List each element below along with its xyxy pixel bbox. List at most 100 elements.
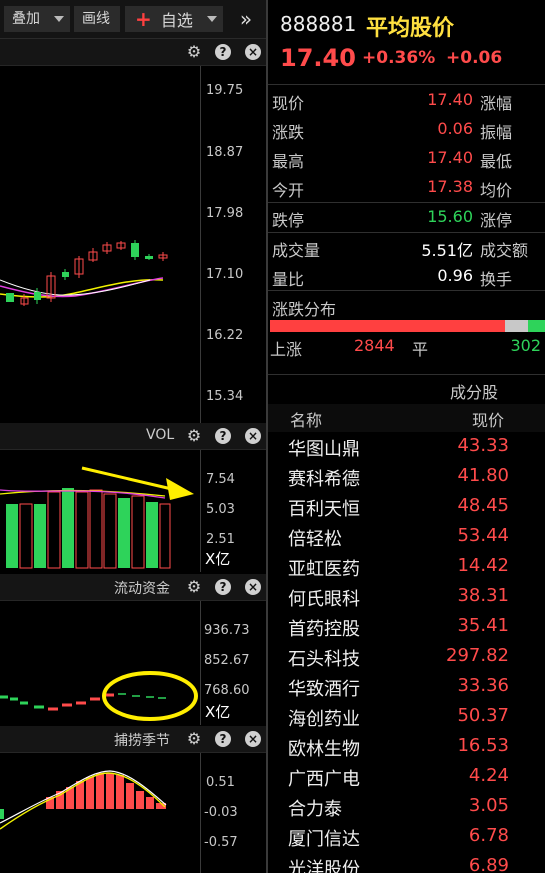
stock-item-name: 华图山鼎 <box>288 439 360 460</box>
quote-value: 5.51亿 <box>421 241 473 260</box>
watchlist-label: 自选 <box>160 11 193 30</box>
draw-line-button[interactable]: 画线 <box>74 6 120 32</box>
quote-label-2: 振幅 <box>480 123 513 142</box>
overlay-dropdown[interactable]: 叠加 <box>4 6 70 32</box>
stock-item-price: 53.44 <box>457 525 509 546</box>
help-icon[interactable]: ? <box>215 579 231 595</box>
double-chevron-right-icon[interactable]: » <box>232 6 260 32</box>
season-title: 捕捞季节 <box>114 733 170 749</box>
quote-value: 15.60 <box>427 207 473 226</box>
stock-item-price: 16.53 <box>457 735 509 756</box>
stock-item-name: 光洋股份 <box>288 859 360 873</box>
stock-item-name: 首药控股 <box>288 619 360 640</box>
quote-value: 17.40 <box>427 148 473 167</box>
vol-y-tick: 5.03 <box>206 502 235 517</box>
constituents-header: 名称 现价 <box>268 404 545 432</box>
current-price: 17.40 <box>280 44 356 72</box>
gear-icon[interactable]: ⚙ <box>186 428 202 444</box>
list-item[interactable]: 光洋股份 6.89 <box>268 852 545 873</box>
candlestick-chart <box>0 240 168 306</box>
candle <box>131 243 139 257</box>
annotation-arrow <box>81 466 177 492</box>
quote-row: 量比 0.96 换手 <box>268 262 545 291</box>
column-price[interactable]: 现价 <box>472 407 504 431</box>
quote-label-2: 涨停 <box>480 211 513 230</box>
quote-value: 0.06 <box>437 119 473 138</box>
gear-icon[interactable]: ⚙ <box>186 731 202 747</box>
stock-item-price: 33.36 <box>457 675 509 696</box>
candle <box>6 293 14 302</box>
help-icon[interactable]: ? <box>215 731 231 747</box>
stock-name: 平均股价 <box>366 16 455 41</box>
volume-bars <box>6 488 171 569</box>
quote-value: 17.38 <box>427 177 473 196</box>
list-item[interactable]: 广西广电 4.24 <box>268 762 545 792</box>
gear-icon[interactable]: ⚙ <box>186 579 202 595</box>
list-item[interactable]: 赛科希德 41.80 <box>268 462 545 492</box>
list-item[interactable]: 厦门信达 6.78 <box>268 822 545 852</box>
flow-unit: X亿 <box>205 703 231 721</box>
quote-row: 今开 17.38 均价 <box>268 173 545 202</box>
down-count: 302 <box>510 336 541 355</box>
y-tick: 17.10 <box>206 267 244 282</box>
chevron-down-icon <box>54 16 64 22</box>
main-axis-divider <box>200 66 201 423</box>
list-item[interactable]: 石头科技 297.82 <box>268 642 545 672</box>
list-item[interactable]: 欧林生物 16.53 <box>268 732 545 762</box>
quote-label: 涨跌 <box>272 123 305 142</box>
constituents-tab[interactable]: 成分股 <box>268 375 545 404</box>
distribution-up-segment <box>270 320 505 332</box>
close-icon[interactable]: × <box>245 428 261 444</box>
list-item[interactable]: 百利天恒 48.45 <box>268 492 545 522</box>
quote-label: 最高 <box>272 152 305 171</box>
list-item[interactable]: 何氏眼科 38.31 <box>268 582 545 612</box>
vol-unit: X亿 <box>205 550 231 568</box>
quote-row: 成交量 5.51亿 成交额 <box>268 233 545 262</box>
help-icon[interactable]: ? <box>215 44 231 60</box>
quote-label: 量比 <box>272 270 305 289</box>
quote-row: 涨跌 0.06 振幅 <box>268 115 545 144</box>
flow-y-tick: 936.73 <box>204 623 250 638</box>
stock-item-name: 广西广电 <box>288 769 360 790</box>
stock-item-price: 43.33 <box>457 435 509 456</box>
chevron-down-icon <box>207 16 217 22</box>
quote-row: 最高 17.40 最低 <box>268 144 545 173</box>
season-chart <box>0 770 167 830</box>
gear-icon[interactable]: ⚙ <box>186 44 202 60</box>
close-icon[interactable]: × <box>245 579 261 595</box>
y-tick: 15.34 <box>206 389 244 404</box>
up-label: 上涨 <box>270 340 303 359</box>
distribution-title: 涨跌分布 <box>272 300 337 319</box>
distribution-section: 涨跌分布 上涨 2844 平 302 <box>268 292 545 364</box>
annotation-arrowhead <box>166 478 194 500</box>
stock-item-name: 亚虹医药 <box>288 559 360 580</box>
season-panel-header: 捕捞季节 ⚙ ? × <box>0 726 266 753</box>
close-icon[interactable]: × <box>245 731 261 747</box>
stock-item-price: 6.89 <box>468 855 509 873</box>
main-chart-header: ⚙ ? × <box>0 39 266 66</box>
quote-value: 0.96 <box>437 266 473 285</box>
add-watchlist-dropdown[interactable]: + 自选 <box>125 6 223 32</box>
up-count: 2844 <box>354 336 395 355</box>
vol-y-tick: 7.54 <box>206 472 235 487</box>
vol-ma-magenta <box>0 489 166 499</box>
help-icon[interactable]: ? <box>215 428 231 444</box>
annotation-circle <box>102 671 198 721</box>
stock-item-price: 38.31 <box>457 585 509 606</box>
list-item[interactable]: 华图山鼎 43.33 <box>268 432 545 462</box>
column-name[interactable]: 名称 <box>290 407 322 431</box>
quote-label: 现价 <box>272 94 305 113</box>
flow-title: 流动资金 <box>114 581 170 597</box>
overlay-label: 叠加 <box>12 11 40 27</box>
list-item[interactable]: 合力泰 3.05 <box>268 792 545 822</box>
close-icon[interactable]: × <box>245 44 261 60</box>
list-item[interactable]: 海创药业 50.37 <box>268 702 545 732</box>
flow-segments <box>0 693 166 711</box>
vol-y-tick: 2.51 <box>206 532 235 547</box>
draw-line-label: 画线 <box>82 11 110 27</box>
list-item[interactable]: 华致酒行 33.36 <box>268 672 545 702</box>
list-item[interactable]: 首药控股 35.41 <box>268 612 545 642</box>
list-item[interactable]: 亚虹医药 14.42 <box>268 552 545 582</box>
list-item[interactable]: 倍轻松 53.44 <box>268 522 545 552</box>
stock-item-price: 6.78 <box>468 825 509 846</box>
